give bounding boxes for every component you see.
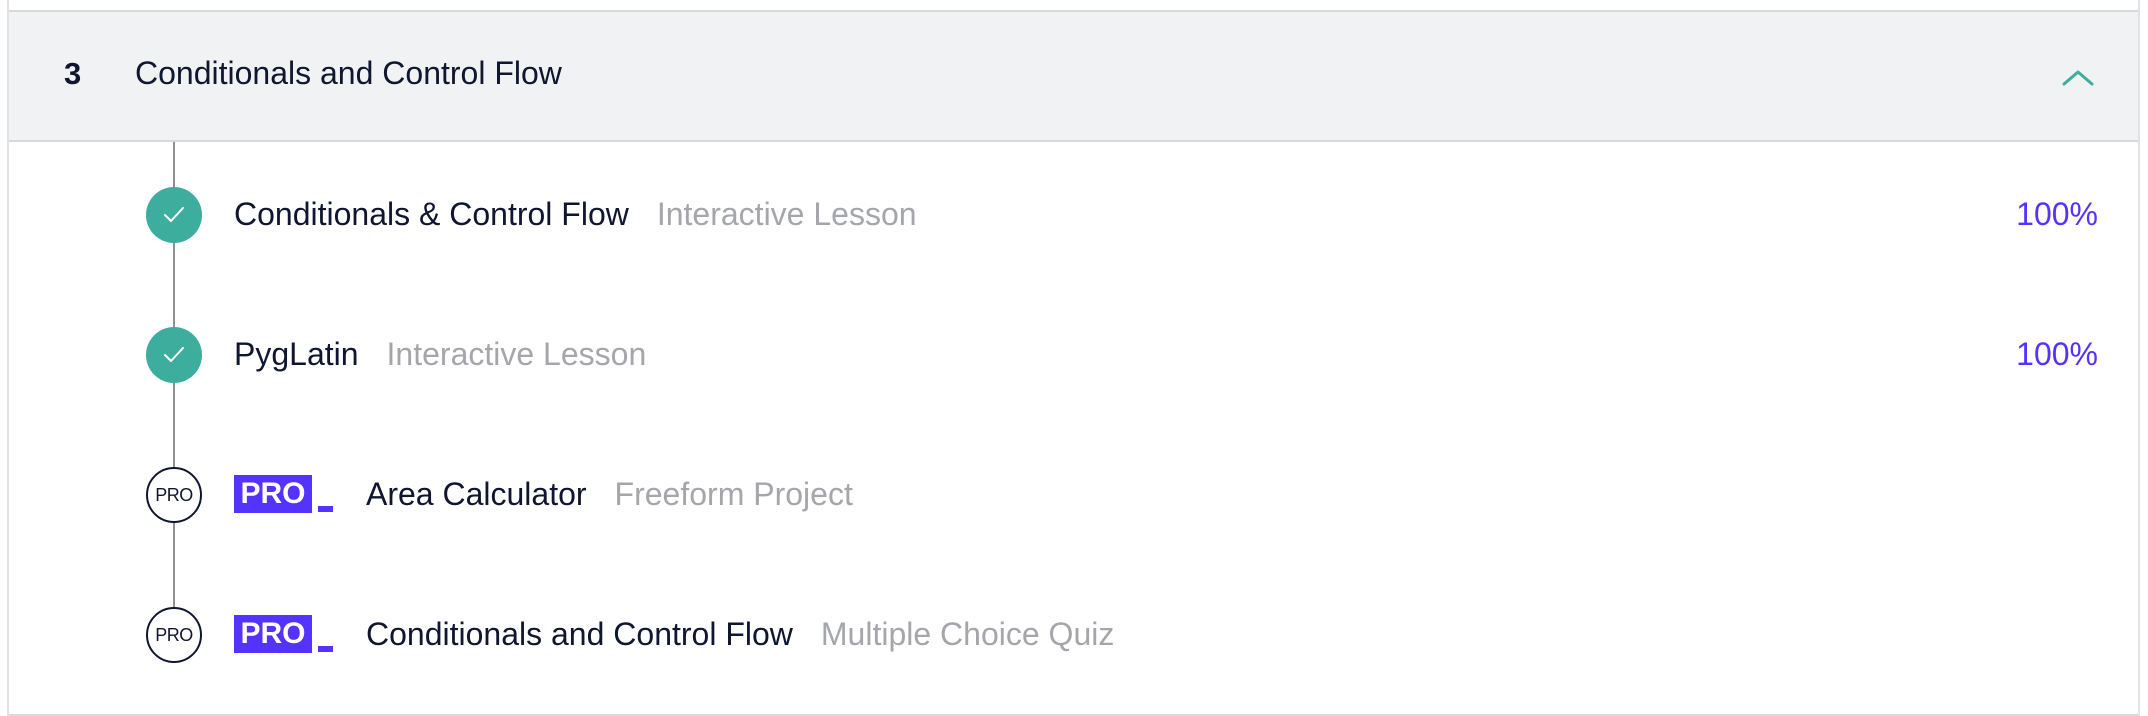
checkmark-icon	[164, 207, 184, 222]
module-header[interactable]: 3 Conditionals and Control Flow	[9, 12, 2138, 142]
pro-badge-cursor	[318, 506, 333, 512]
list-item[interactable]: PygLatin Interactive Lesson 100%	[9, 316, 2138, 396]
project-title: Area Calculator	[366, 476, 587, 512]
module-title: Conditionals and Control Flow	[135, 55, 562, 91]
lesson-progress-percent: 100%	[2016, 336, 2098, 372]
list-item[interactable]: PRO PRO Area Calculator Freeform Project	[9, 456, 2138, 536]
quiz-type: Multiple Choice Quiz	[820, 616, 1115, 652]
list-item[interactable]: Conditionals & Control Flow Interactive L…	[9, 176, 2138, 256]
complete-status-icon	[146, 187, 202, 243]
quiz-title-link[interactable]: Conditionals and Control Flow Multiple Ch…	[366, 616, 1114, 653]
lesson-type: Interactive Lesson	[386, 336, 647, 372]
previous-module-divider	[9, 0, 2138, 12]
module-number: 3	[64, 56, 82, 91]
list-item[interactable]: PRO PRO Conditionals and Control Flow Mul…	[9, 596, 2138, 676]
project-type: Freeform Project	[614, 476, 853, 512]
quiz-title: Conditionals and Control Flow	[366, 616, 793, 652]
lesson-title-link[interactable]: Conditionals & Control Flow Interactive L…	[234, 196, 917, 233]
lesson-progress-percent: 100%	[2016, 196, 2098, 232]
lesson-title: PygLatin	[234, 336, 359, 372]
pro-status-icon: PRO	[146, 607, 202, 663]
complete-status-icon	[146, 327, 202, 383]
syllabus-module: 3 Conditionals and Control Flow Conditio…	[7, 0, 2140, 716]
lesson-title: Conditionals & Control Flow	[234, 196, 629, 232]
chevron-up-icon[interactable]	[2058, 62, 2098, 92]
project-title-link[interactable]: Area Calculator Freeform Project	[366, 476, 853, 513]
pro-badge[interactable]: PRO	[234, 615, 312, 653]
checkmark-icon	[164, 347, 184, 362]
pro-badge-cursor	[318, 646, 333, 652]
pro-badge[interactable]: PRO	[234, 475, 312, 513]
lesson-title-link[interactable]: PygLatin Interactive Lesson	[234, 336, 646, 373]
lesson-type: Interactive Lesson	[656, 196, 917, 232]
module-content-list: Conditionals & Control Flow Interactive L…	[9, 142, 2138, 702]
pro-status-icon: PRO	[146, 467, 202, 523]
